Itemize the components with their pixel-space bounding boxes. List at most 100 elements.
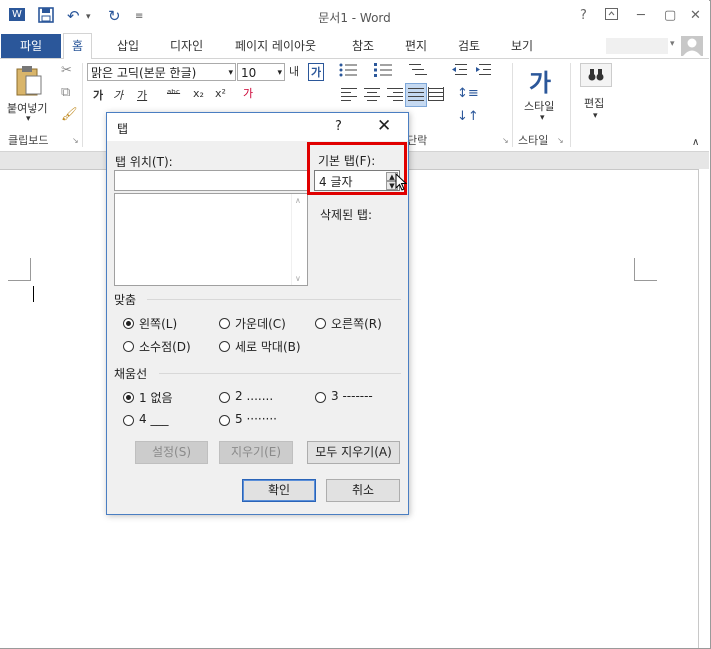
align-left-radio[interactable] <box>123 318 134 329</box>
account-dropdown-icon[interactable]: ▾ <box>670 39 675 49</box>
bullets-icon[interactable] <box>339 63 357 81</box>
tab-home[interactable]: 홈 <box>63 33 93 60</box>
minimize-button[interactable]: ─ <box>637 8 645 23</box>
leader-underline-radio[interactable] <box>123 415 134 426</box>
multilevel-list-icon[interactable] <box>409 63 427 81</box>
superscript-button[interactable]: x² <box>215 87 226 100</box>
align-decimal-radio[interactable] <box>123 341 134 352</box>
change-case-icon[interactable]: 가 <box>308 63 325 81</box>
tab-insert[interactable]: 삽입 <box>117 34 139 58</box>
tab-position-list[interactable]: ∧ ∨ <box>114 193 308 286</box>
tab-references[interactable]: 참조 <box>352 34 374 58</box>
clipboard-launcher-icon[interactable]: ↘ <box>72 136 79 145</box>
line-spacing-icon[interactable]: ↕≡ <box>457 86 479 101</box>
leader-middot-radio[interactable] <box>219 415 230 426</box>
dialog-title: 탭 <box>117 122 129 136</box>
tab-view[interactable]: 보기 <box>511 34 533 58</box>
paste-icon[interactable] <box>14 65 44 101</box>
bold-button[interactable]: 가 <box>93 87 103 103</box>
cut-icon[interactable]: ✂ <box>61 63 72 78</box>
align-left-label: 왼쪽(L) <box>139 317 178 331</box>
styles-icon[interactable]: 가 <box>529 63 551 98</box>
align-bar-label: 세로 막대(B) <box>235 340 301 354</box>
tab-position-label: 탭 위치(T): <box>115 155 173 169</box>
underline-button[interactable]: 가 <box>137 87 147 103</box>
binoculars-icon[interactable] <box>580 63 612 87</box>
list-scrollbar[interactable]: ∧ ∨ <box>291 194 307 285</box>
dialog-help-button[interactable]: ? <box>335 119 342 134</box>
tab-mailings[interactable]: 편지 <box>405 34 427 58</box>
account-name[interactable] <box>606 38 668 54</box>
align-right-icon[interactable] <box>387 87 403 105</box>
help-button[interactable]: ? <box>580 8 587 23</box>
leader-none-radio[interactable] <box>123 392 134 403</box>
divider <box>82 63 83 147</box>
set-button[interactable]: 설정(S) <box>135 441 208 464</box>
sort-icon[interactable]: ↓↑ <box>457 109 479 124</box>
leader-dots-radio[interactable] <box>219 392 230 403</box>
align-left-icon[interactable] <box>341 87 357 105</box>
copy-icon[interactable]: ⧉ <box>61 85 70 100</box>
paragraph-group-label: 단락 <box>407 134 428 147</box>
paste-dropdown-icon[interactable]: ▾ <box>26 114 31 124</box>
collapse-ribbon-icon[interactable]: ∧ <box>692 137 699 148</box>
divider <box>159 373 401 374</box>
divider <box>512 63 513 147</box>
leader-dots-label: 2 ....... <box>235 389 274 403</box>
ribbon-tabs: 파일 홈 삽입 디자인 페이지 레이아웃 참조 편지 검토 보기 ▾ <box>0 33 709 60</box>
distributed-icon[interactable] <box>428 87 444 105</box>
leader-dashes-radio[interactable] <box>315 392 326 403</box>
grow-font-icon[interactable]: 내 <box>289 63 299 79</box>
editing-dropdown-icon[interactable]: ▾ <box>593 111 598 121</box>
dialog-title-bar: 탭 ? ✕ <box>107 113 408 141</box>
align-right-radio[interactable] <box>315 318 326 329</box>
font-size-value: 10 <box>241 66 257 80</box>
font-size-box[interactable]: 10 ▾ <box>237 63 285 81</box>
paragraph-launcher-icon[interactable]: ↘ <box>502 136 509 145</box>
scroll-down-icon[interactable]: ∨ <box>295 274 301 283</box>
styles-group-label: 스타일 <box>518 134 549 147</box>
leader-underline-label: 4 ___ <box>139 412 169 426</box>
align-center-radio[interactable] <box>219 318 230 329</box>
page-corner-mark <box>8 258 31 281</box>
styles-button[interactable]: 스타일 <box>524 98 554 114</box>
align-bar-radio[interactable] <box>219 341 230 352</box>
numbering-icon[interactable] <box>374 63 392 81</box>
mouse-cursor-icon <box>395 172 408 195</box>
subscript-button[interactable]: x₂ <box>193 87 204 100</box>
dialog-close-button[interactable]: ✕ <box>377 116 391 136</box>
editing-button[interactable]: 편집 <box>584 95 604 111</box>
avatar[interactable] <box>681 36 703 56</box>
align-right-label: 오른쪽(R) <box>331 317 382 331</box>
format-painter-icon[interactable]: 🖌 <box>61 107 78 122</box>
clear-button[interactable]: 지우기(E) <box>219 441 293 464</box>
strikethrough-button[interactable]: ᵃᵇᶜ <box>167 87 180 100</box>
ok-button[interactable]: 확인 <box>242 479 316 502</box>
restore-button[interactable]: ▢ <box>664 8 676 23</box>
tab-design[interactable]: 디자인 <box>170 34 203 58</box>
clear-formatting-icon[interactable]: 가 <box>243 85 253 101</box>
tab-file[interactable]: 파일 <box>1 34 61 58</box>
decrease-indent-icon[interactable] <box>451 63 467 81</box>
leader-none-label: 1 없음 <box>139 391 173 405</box>
alignment-section-title: 맞춤 <box>114 293 137 307</box>
font-name-value: 맑은 고딕(본문 한글) <box>91 66 197 80</box>
window-title: 문서1 - Word <box>318 11 391 25</box>
cleared-tabs-label: 삭제된 탭: <box>320 208 373 222</box>
font-name-box[interactable]: 맑은 고딕(본문 한글) ▾ <box>87 63 236 81</box>
tab-review[interactable]: 검토 <box>458 34 480 58</box>
close-button[interactable]: ✕ <box>690 8 701 23</box>
clear-all-button[interactable]: 모두 지우기(A) <box>307 441 400 464</box>
cancel-button[interactable]: 취소 <box>326 479 400 502</box>
title-bar: W ↶ ▾ ↻ ≡ 문서1 - Word ? ─ ▢ ✕ <box>0 0 709 34</box>
styles-launcher-icon[interactable]: ↘ <box>557 136 564 145</box>
increase-indent-icon[interactable] <box>475 63 491 81</box>
ribbon-display-options-icon[interactable] <box>605 8 618 24</box>
align-center-icon[interactable] <box>364 87 380 105</box>
justify-icon[interactable] <box>405 83 427 107</box>
tab-position-input[interactable] <box>114 170 308 191</box>
tab-page-layout[interactable]: 페이지 레이아웃 <box>235 34 316 58</box>
scroll-up-icon[interactable]: ∧ <box>295 196 301 205</box>
styles-dropdown-icon[interactable]: ▾ <box>540 113 545 123</box>
italic-button[interactable]: 가 <box>113 87 123 103</box>
